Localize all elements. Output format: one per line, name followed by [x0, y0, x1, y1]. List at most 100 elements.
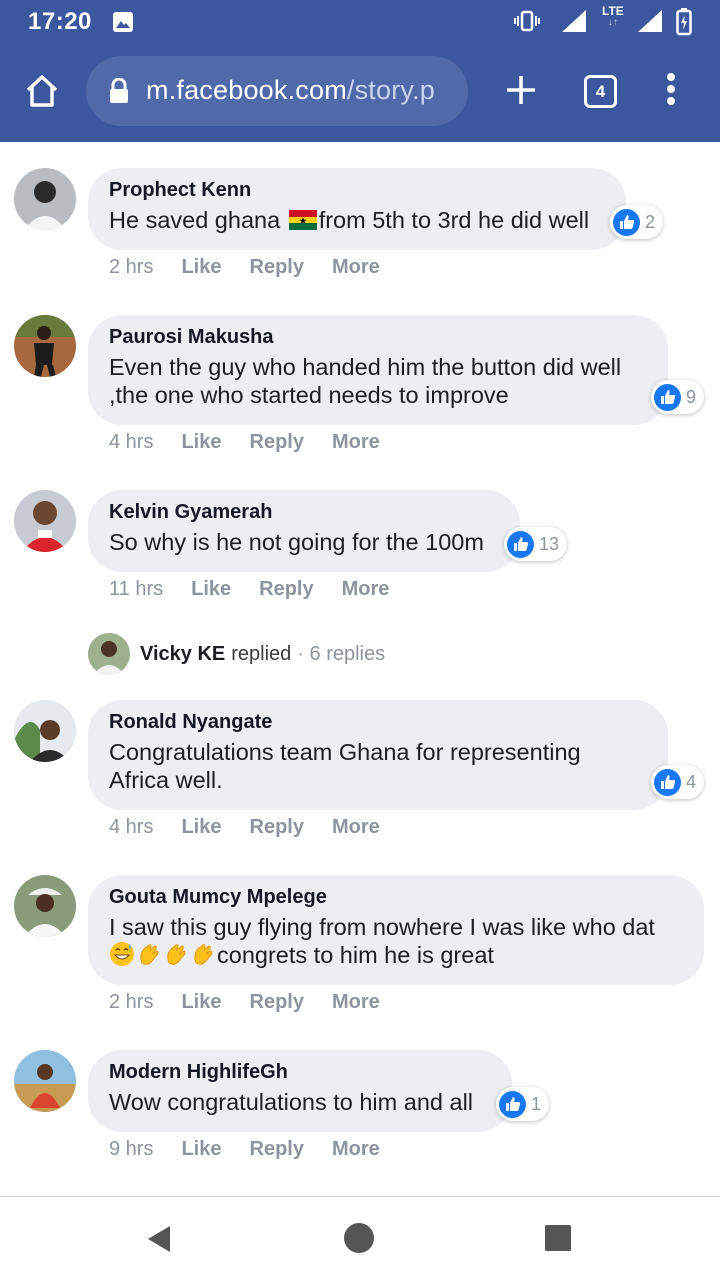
comment-actions: 11 hrs Like Reply More	[109, 578, 417, 601]
comment-time[interactable]: 4 hrs	[109, 816, 153, 839]
recent-apps-icon[interactable]	[544, 1224, 572, 1252]
reaction-count: 4	[686, 771, 697, 792]
clapping-hands-icon	[140, 944, 159, 965]
reply-avatar	[88, 633, 130, 675]
comment-bubble: Prophect Kenn He saved ghana from 5th to…	[88, 168, 626, 250]
like-button[interactable]: Like	[181, 431, 221, 454]
grinning-sweat-emoji-icon	[110, 942, 134, 966]
reply-author: Vicky KE	[140, 642, 226, 665]
avatar[interactable]	[14, 875, 76, 937]
like-reaction-icon	[654, 383, 681, 411]
comment-author[interactable]: Gouta Mumcy Mpelege	[109, 885, 684, 909]
more-button[interactable]: More	[332, 991, 380, 1014]
comment-bubble: Kelvin Gyamerah So why is he not going f…	[88, 490, 520, 572]
comment-author[interactable]: Prophect Kenn	[109, 178, 606, 202]
home-icon[interactable]	[24, 74, 60, 108]
overflow-menu-icon[interactable]	[666, 72, 676, 106]
comment-actions: 2 hrs Like Reply More	[109, 991, 408, 1014]
reply-button[interactable]: Reply	[250, 816, 304, 839]
avatar[interactable]	[14, 168, 76, 230]
status-time: 17:20	[28, 8, 92, 35]
comment-time[interactable]: 9 hrs	[109, 1138, 153, 1161]
browser-toolbar: m.facebook.com/story.p 4	[0, 44, 720, 142]
comment-bubble: Gouta Mumcy Mpelege I saw this guy flyin…	[88, 875, 704, 985]
like-button[interactable]: Like	[181, 256, 221, 279]
more-button[interactable]: More	[332, 256, 380, 279]
reply-count: · 6 replies	[297, 642, 386, 665]
comment-text: He saved ghana from 5th to 3rd he did we…	[109, 207, 590, 233]
reply-button[interactable]: Reply	[250, 1138, 304, 1161]
clapping-hands-icon	[167, 944, 186, 965]
battery-icon	[676, 8, 692, 36]
avatar[interactable]	[14, 1050, 76, 1112]
avatar[interactable]	[14, 315, 76, 377]
status-bar: 17:20 LTE ↓↑	[0, 0, 720, 44]
clapping-hands-icon	[194, 944, 213, 965]
url-bar[interactable]: m.facebook.com/story.p	[86, 56, 468, 126]
like-reaction-icon	[507, 530, 534, 558]
more-button[interactable]: More	[332, 816, 380, 839]
more-button[interactable]: More	[332, 431, 380, 454]
reply-button[interactable]: Reply	[250, 991, 304, 1014]
reply-button[interactable]: Reply	[250, 431, 304, 454]
comment-bubble: Ronald Nyangate Congratulations team Gha…	[88, 700, 668, 810]
more-button[interactable]: More	[342, 578, 390, 601]
reaction-badge[interactable]: 9	[651, 380, 705, 414]
like-reaction-icon	[613, 208, 640, 236]
more-button[interactable]: More	[332, 1138, 380, 1161]
url-text: m.facebook.com/story.p	[146, 75, 436, 105]
view-replies-link[interactable]: Vicky KE replied · 6 replies	[88, 632, 385, 676]
comment-text: I saw this guy flying from nowhere I was…	[109, 914, 655, 968]
lock-icon	[110, 78, 128, 103]
reaction-count: 1	[531, 1093, 542, 1114]
signal-icon	[562, 10, 586, 32]
comment-actions: 9 hrs Like Reply More	[109, 1138, 408, 1161]
avatar[interactable]	[14, 490, 76, 552]
home-circle-icon[interactable]	[343, 1222, 375, 1254]
comment-author[interactable]: Paurosi Makusha	[109, 325, 648, 349]
comment-bubble: Modern HighlifeGh Wow congratulations to…	[88, 1050, 512, 1132]
reply-verb: replied	[231, 642, 292, 665]
reaction-count: 9	[686, 386, 697, 407]
back-icon[interactable]	[146, 1224, 172, 1254]
like-button[interactable]: Like	[181, 816, 221, 839]
comment-text: Congratulations team Ghana for represent…	[109, 739, 581, 793]
comment-actions: 4 hrs Like Reply More	[109, 431, 408, 454]
avatar[interactable]	[14, 700, 76, 762]
new-tab-icon[interactable]	[505, 74, 537, 106]
comment-time[interactable]: 11 hrs	[109, 578, 163, 601]
system-navigation-bar	[0, 1196, 720, 1280]
comment-time[interactable]: 2 hrs	[109, 991, 153, 1014]
comment-actions: 4 hrs Like Reply More	[109, 816, 408, 839]
comment-author[interactable]: Ronald Nyangate	[109, 710, 648, 734]
tab-switcher-button[interactable]: 4	[584, 75, 617, 108]
comment-text: So why is he not going for the 100m	[109, 529, 484, 555]
comment-time[interactable]: 4 hrs	[109, 431, 153, 454]
comment-actions: 2 hrs Like Reply More	[109, 256, 408, 279]
lte-signal-icon	[638, 10, 662, 32]
comment-author[interactable]: Kelvin Gyamerah	[109, 500, 500, 524]
reaction-badge[interactable]: 2	[610, 205, 664, 239]
ghana-flag-icon	[288, 210, 317, 230]
comments-list: Prophect Kenn He saved ghana from 5th to…	[0, 142, 720, 1196]
reaction-badge[interactable]: 13	[504, 527, 568, 561]
comment-author[interactable]: Modern HighlifeGh	[109, 1060, 492, 1084]
vibrate-icon	[514, 10, 540, 32]
comment-text: Wow congratulations to him and all	[109, 1089, 474, 1115]
reaction-count: 2	[645, 211, 656, 232]
reaction-badge[interactable]: 4	[651, 765, 705, 799]
like-button[interactable]: Like	[191, 578, 231, 601]
like-button[interactable]: Like	[181, 991, 221, 1014]
reaction-badge[interactable]: 1	[496, 1087, 550, 1121]
reply-button[interactable]: Reply	[250, 256, 304, 279]
like-button[interactable]: Like	[181, 1138, 221, 1161]
reaction-count: 13	[539, 533, 560, 554]
like-reaction-icon	[499, 1090, 526, 1118]
reply-button[interactable]: Reply	[259, 578, 313, 601]
comment-time[interactable]: 2 hrs	[109, 256, 153, 279]
comment-text: Even the guy who handed him the button d…	[109, 354, 622, 408]
like-reaction-icon	[654, 768, 681, 796]
lte-label: LTE ↓↑	[602, 4, 624, 28]
comment-bubble: Paurosi Makusha Even the guy who handed …	[88, 315, 668, 425]
image-icon	[113, 12, 133, 32]
